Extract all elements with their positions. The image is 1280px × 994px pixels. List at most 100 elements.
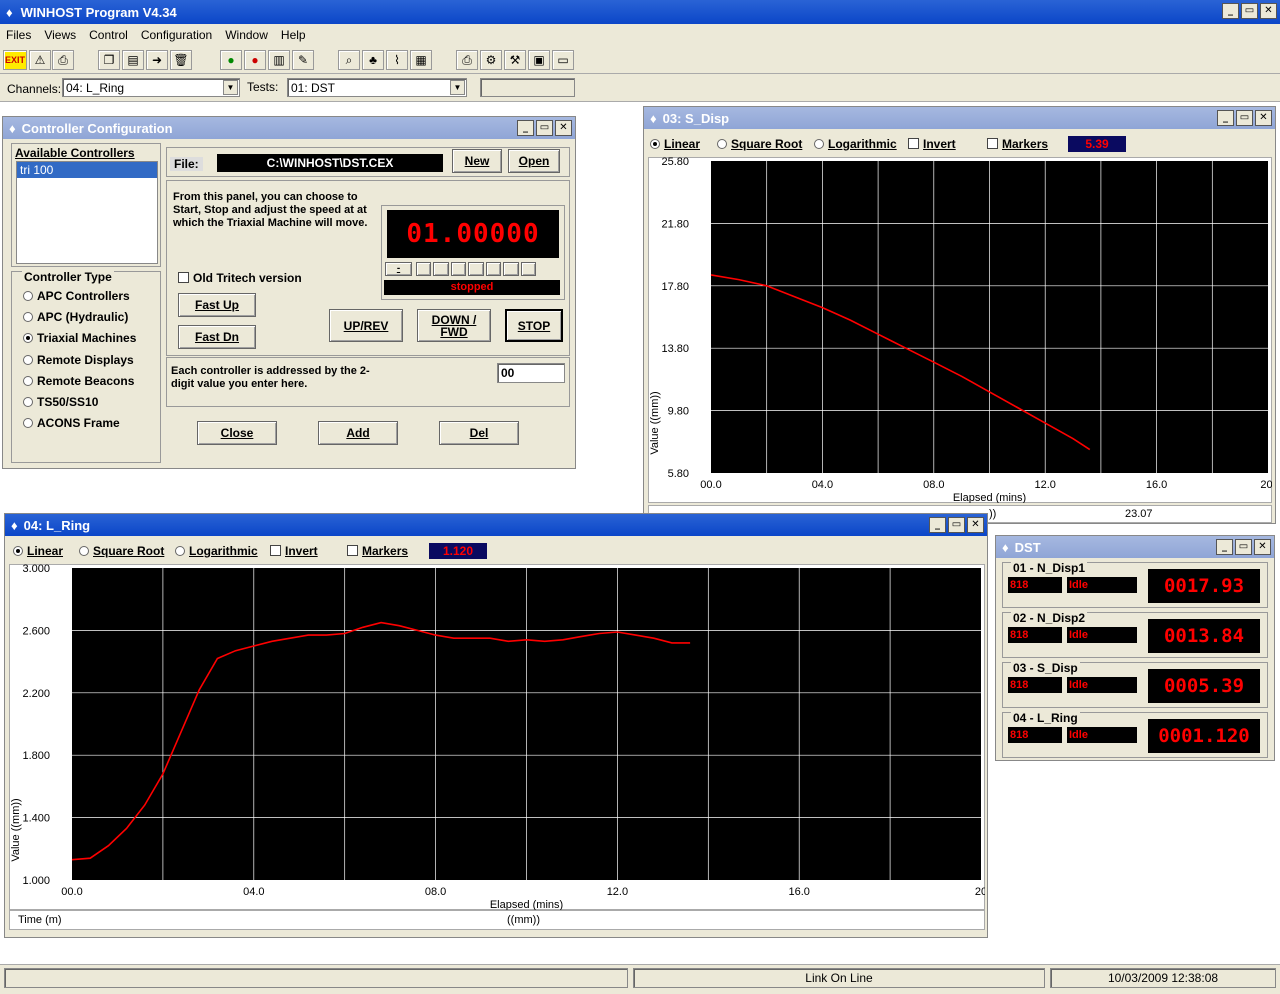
app-minimize-button[interactable]: _: [1222, 3, 1239, 19]
address-input[interactable]: 00: [497, 363, 565, 383]
open-button[interactable]: Open: [508, 149, 560, 173]
radio-icon[interactable]: [23, 291, 33, 301]
checkbox-icon[interactable]: [270, 545, 281, 556]
export-icon[interactable]: ➜: [146, 50, 168, 70]
checkbox-icon[interactable]: [178, 272, 189, 283]
checkbox-icon[interactable]: [347, 545, 358, 556]
up-rev-button[interactable]: UP/REV: [329, 309, 403, 342]
speed-minus-button[interactable]: -: [385, 262, 412, 276]
start-icon[interactable]: ●: [220, 50, 242, 70]
table-icon[interactable]: ▦: [410, 50, 432, 70]
menu-help[interactable]: Help: [281, 28, 306, 42]
radio-icon[interactable]: [175, 546, 185, 556]
minimize-button[interactable]: _: [1216, 539, 1233, 555]
radio-icon[interactable]: [650, 139, 660, 149]
printer-setup-icon[interactable]: ⎙: [456, 50, 478, 70]
stop-button[interactable]: STOP: [505, 309, 563, 342]
menu-window[interactable]: Window: [225, 28, 268, 42]
app-restore-button[interactable]: ▭: [1241, 3, 1258, 19]
app-close-button[interactable]: ✕: [1260, 3, 1277, 19]
menu-control[interactable]: Control: [89, 28, 128, 42]
lring-window[interactable]: ♦ 04: L_Ring _ ▭ ✕ Linear Square Root Lo…: [4, 513, 988, 938]
controllers-list[interactable]: tri 100: [16, 161, 158, 264]
radio-icon[interactable]: [23, 312, 33, 322]
invert-option[interactable]: Invert: [908, 137, 956, 151]
add-button[interactable]: Add: [318, 421, 398, 445]
minimize-button[interactable]: _: [517, 120, 534, 136]
radio-icon[interactable]: [23, 333, 33, 343]
radio-icon[interactable]: [814, 139, 824, 149]
new-button[interactable]: New: [452, 149, 502, 173]
tests-select[interactable]: 01: DST ▼: [287, 78, 467, 97]
chevron-down-icon[interactable]: ▼: [223, 80, 238, 95]
digit-button[interactable]: [450, 262, 467, 276]
close-button[interactable]: Close: [197, 421, 277, 445]
menu-configuration[interactable]: Configuration: [141, 28, 212, 42]
window-icon[interactable]: ▭: [552, 50, 574, 70]
radio-icon[interactable]: [717, 139, 727, 149]
type-apc-hydraulic[interactable]: APC (Hydraulic): [23, 310, 128, 324]
pen-icon[interactable]: ✎: [292, 50, 314, 70]
type-apc[interactable]: APC Controllers: [23, 289, 130, 303]
settings-icon[interactable]: ⚙: [480, 50, 502, 70]
copy-icon[interactable]: ❐: [98, 50, 120, 70]
fast-up-button[interactable]: Fast Up: [178, 293, 256, 317]
type-remote-displays[interactable]: Remote Displays: [23, 353, 134, 367]
close-button[interactable]: ✕: [1255, 110, 1272, 126]
zoom-icon[interactable]: ⌕: [338, 50, 360, 70]
digit-button[interactable]: [503, 262, 519, 276]
markers-option[interactable]: Markers: [987, 137, 1048, 151]
maximize-button[interactable]: ▭: [1236, 110, 1253, 126]
stop-icon[interactable]: ●: [244, 50, 266, 70]
log-option[interactable]: Logarithmic: [175, 544, 258, 558]
maximize-button[interactable]: ▭: [1235, 539, 1252, 555]
digit-button[interactable]: [416, 262, 432, 276]
type-remote-beacons[interactable]: Remote Beacons: [23, 374, 134, 388]
down-fwd-button[interactable]: DOWN / FWD: [417, 309, 491, 342]
log-option[interactable]: Logarithmic: [814, 137, 897, 151]
chevron-down-icon[interactable]: ▼: [450, 80, 465, 95]
linear-option[interactable]: Linear: [650, 137, 700, 151]
bar-chart-icon[interactable]: ▥: [268, 50, 290, 70]
minimize-button[interactable]: _: [1217, 110, 1234, 126]
graph-icon[interactable]: ⌇: [386, 50, 408, 70]
channels-select[interactable]: 04: L_Ring ▼: [62, 78, 240, 97]
del-button[interactable]: Del: [439, 421, 519, 445]
linear-option[interactable]: Linear: [13, 544, 63, 558]
invert-option[interactable]: Invert: [270, 544, 318, 558]
paste-icon[interactable]: ▤: [122, 50, 144, 70]
checkbox-icon[interactable]: [987, 138, 998, 149]
digit-button[interactable]: [468, 262, 484, 276]
radio-icon[interactable]: [23, 355, 33, 365]
menu-views[interactable]: Views: [44, 28, 76, 42]
radio-icon[interactable]: [23, 397, 33, 407]
tools-icon[interactable]: ⚒: [504, 50, 526, 70]
delete-icon[interactable]: 🗑: [170, 50, 192, 70]
maximize-button[interactable]: ▭: [948, 517, 965, 533]
digit-button[interactable]: [485, 262, 502, 276]
maximize-button[interactable]: ▭: [536, 120, 553, 136]
radio-icon[interactable]: [79, 546, 89, 556]
list-item[interactable]: tri 100: [17, 162, 157, 178]
close-button[interactable]: ✕: [555, 120, 572, 136]
print-icon[interactable]: ⎙: [52, 50, 74, 70]
digit-button[interactable]: [520, 262, 536, 276]
close-button[interactable]: ✕: [1254, 539, 1271, 555]
close-button[interactable]: ✕: [967, 517, 984, 533]
fast-dn-button[interactable]: Fast Dn: [178, 325, 256, 349]
minimize-button[interactable]: _: [929, 517, 946, 533]
sqrt-option[interactable]: Square Root: [717, 137, 802, 151]
disk-icon[interactable]: ▣: [528, 50, 550, 70]
radio-icon[interactable]: [13, 546, 23, 556]
type-triaxial[interactable]: Triaxial Machines: [23, 331, 136, 345]
digit-selector[interactable]: [416, 262, 536, 276]
checkbox-icon[interactable]: [908, 138, 919, 149]
markers-option[interactable]: Markers: [347, 544, 408, 558]
old-tritech-checkbox[interactable]: Old Tritech version: [178, 271, 302, 285]
warning-icon[interactable]: ⚠: [29, 50, 51, 70]
sqrt-option[interactable]: Square Root: [79, 544, 164, 558]
digit-button[interactable]: [433, 262, 449, 276]
menu-files[interactable]: Files: [6, 28, 31, 42]
radio-icon[interactable]: [23, 376, 33, 386]
users-icon[interactable]: ♣: [362, 50, 384, 70]
